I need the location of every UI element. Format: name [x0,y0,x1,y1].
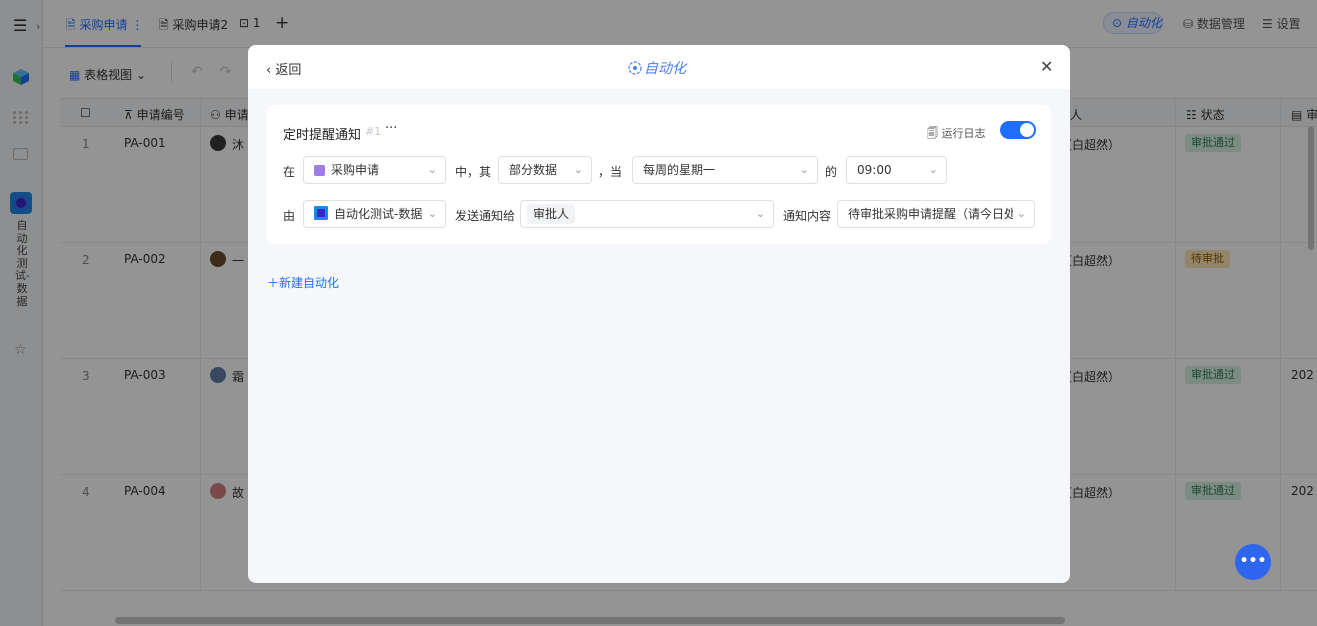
close-icon[interactable]: ✕ [1040,57,1053,76]
rule-enabled-toggle[interactable] [1000,121,1036,139]
label-of: 的 [825,165,838,179]
schedule-select[interactable]: 每周的星期一 ⌄ [632,156,818,184]
table-app-icon [314,165,325,176]
label-by: 由 [283,209,296,223]
rule-name[interactable]: 定时提醒通知 [283,124,361,143]
label-content: 通知内容 [783,209,832,223]
label-send-to: 发送通知给 [455,209,516,223]
run-log-button[interactable]: 🗐 运行日志 [927,125,986,144]
plus-icon: ＋ [267,276,280,290]
label-among: 中，其 [455,165,492,179]
dialog-title: 自动化 [628,58,686,78]
back-button[interactable]: ‹ 返回 [266,59,301,78]
notification-content-select[interactable]: 待审批采购申请提醒（请今日处 ⌄ [837,200,1035,228]
clipboard-icon: 🗐 [927,127,938,140]
recipient-chip[interactable]: 审批人 [527,204,576,224]
chevron-down-icon: ⌄ [427,163,437,176]
time-select[interactable]: 09:00 ⌄ [846,156,947,184]
data-scope-select[interactable]: 部分数据 ⌄ [498,156,592,184]
sender-select[interactable]: 自动化测试-数据 ⌄ [303,200,446,228]
chevron-down-icon: ⌄ [928,163,938,176]
chevron-left-icon: ‹ [266,63,272,78]
app-icon [314,206,328,220]
dialog-header: ‹ 返回 自动化 ✕ [248,45,1070,89]
source-table-select[interactable]: 采购申请 ⌄ [303,156,446,184]
chevron-down-icon: ⌄ [755,207,765,220]
automation-icon [628,61,642,75]
automation-dialog: ‹ 返回 自动化 ✕ 定时提醒通知 #1 ··· 🗐 运行日志 在 采购申请 ⌄… [248,45,1070,583]
more-icon[interactable]: ··· [385,121,397,136]
automation-rule-card: 定时提醒通知 #1 ··· 🗐 运行日志 在 采购申请 ⌄ 中，其 部分数据 ⌄… [267,105,1051,244]
chevron-down-icon: ⌄ [1012,201,1026,227]
floating-chat-button[interactable]: ••• [1235,544,1271,580]
new-automation-button[interactable]: ＋新建自动化 [267,274,339,291]
chevron-down-icon: ⌄ [799,163,809,176]
label-in: 在 [283,165,296,179]
label-when: ，当 [598,165,623,179]
rule-id: #1 [365,125,382,138]
chevron-down-icon: ⌄ [573,163,583,176]
recipient-select[interactable]: 审批人 ⌄ [520,200,774,228]
chevron-down-icon: ⌄ [427,207,437,220]
